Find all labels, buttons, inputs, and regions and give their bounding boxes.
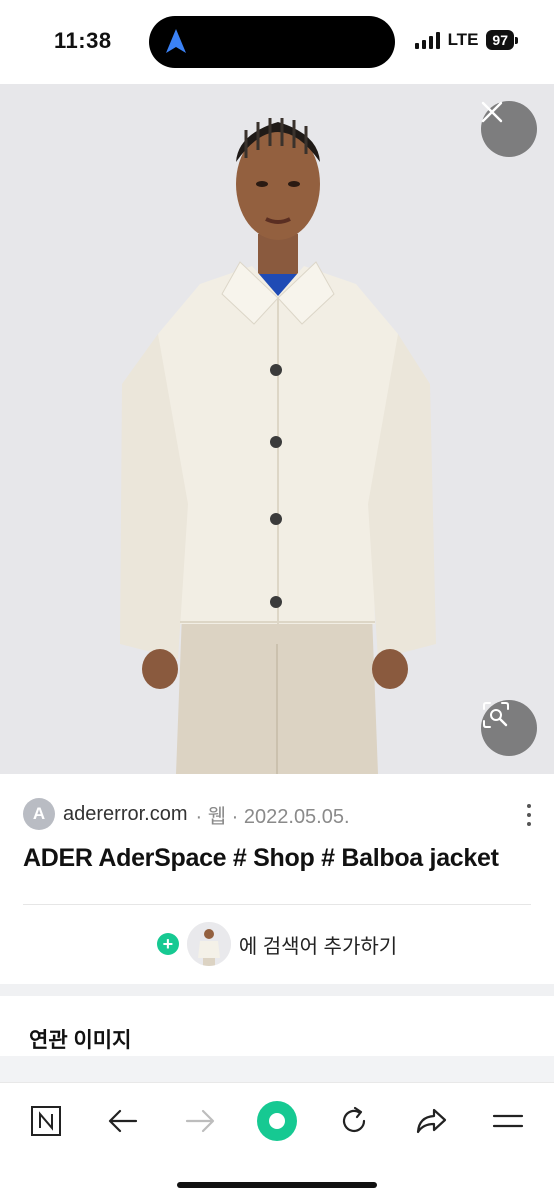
back-button[interactable] — [101, 1099, 145, 1143]
signal-icon — [414, 31, 440, 49]
bottom-toolbar — [0, 1082, 554, 1200]
site-favicon: A — [23, 798, 55, 830]
divider — [23, 904, 531, 905]
status-time: 11:38 — [54, 28, 112, 53]
forward-arrow-icon — [185, 1109, 215, 1133]
image-search-button[interactable] — [481, 700, 537, 756]
plus-icon: + — [156, 933, 179, 955]
close-button[interactable] — [481, 101, 537, 157]
dynamic-island — [149, 16, 395, 68]
status-bar: 11:38 LTE 97 — [0, 0, 554, 84]
image-search-icon — [483, 702, 509, 728]
menu-button[interactable] — [486, 1099, 530, 1143]
add-keyword-label: 에 검색어 추가하기 — [238, 935, 398, 958]
share-icon — [416, 1108, 447, 1134]
status-indicators: LTE 97 — [414, 30, 518, 50]
home-indicator — [177, 1182, 377, 1188]
keyword-thumbnail — [186, 922, 231, 966]
close-icon — [481, 101, 503, 123]
result-title[interactable]: ADER AderSpace # Shop # Balboa jacket — [23, 844, 499, 873]
battery-icon: 97 — [486, 30, 518, 50]
share-button[interactable] — [409, 1099, 453, 1143]
section-separator — [0, 1056, 554, 1082]
navigation-arrow-icon — [166, 29, 186, 53]
add-keyword-button[interactable]: + 에 검색어 추가하기 — [0, 922, 554, 966]
source-row[interactable]: A adererror.com · 웹 · 2022.05.05. — [23, 798, 350, 830]
related-images-title: 연관 이미지 — [29, 1029, 132, 1052]
result-image[interactable] — [0, 84, 554, 774]
related-images-section: 연관 이미지 — [0, 996, 554, 1056]
green-dot-button[interactable] — [255, 1099, 299, 1143]
refresh-button[interactable] — [332, 1099, 376, 1143]
menu-icon — [492, 1114, 524, 1128]
more-options-icon[interactable] — [524, 804, 534, 826]
home-n-icon — [31, 1106, 61, 1136]
forward-button[interactable] — [178, 1099, 222, 1143]
green-dot-icon — [257, 1101, 297, 1141]
model-photo — [0, 84, 554, 774]
result-info: A adererror.com · 웹 · 2022.05.05. ADER A… — [0, 774, 554, 984]
section-separator — [0, 984, 554, 996]
network-label: LTE — [447, 30, 479, 49]
refresh-icon — [342, 1106, 366, 1133]
source-meta: · 웹 · 2022.05.05. — [195, 805, 350, 828]
source-domain[interactable]: adererror.com — [63, 803, 188, 826]
back-arrow-icon — [108, 1109, 138, 1133]
home-n-button[interactable] — [24, 1099, 68, 1143]
